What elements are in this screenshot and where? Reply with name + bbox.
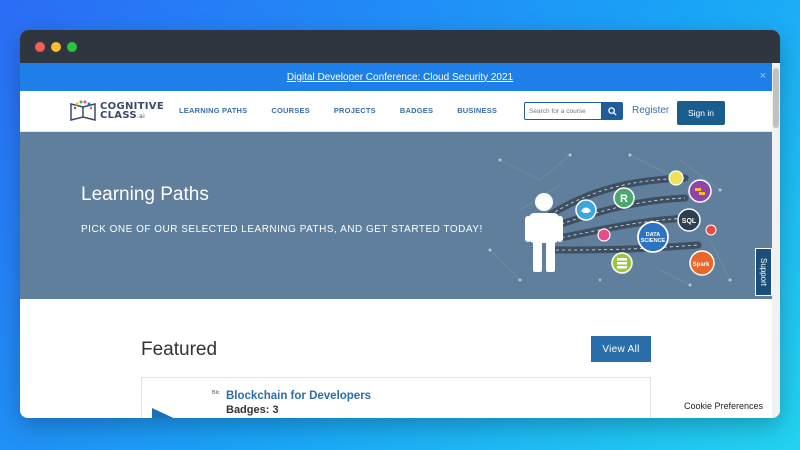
nav-projects[interactable]: PROJECTS <box>334 106 376 115</box>
course-card[interactable]: Blc Blockchain for Developers Badges: 3 <box>141 377 651 418</box>
search-button[interactable] <box>602 102 623 120</box>
nav-business[interactable]: BUSINESS <box>457 106 497 115</box>
conference-link[interactable]: Digital Developer Conference: Cloud Secu… <box>287 72 513 83</box>
browser-window: Digital Developer Conference: Cloud Secu… <box>20 30 780 418</box>
course-title-link[interactable]: Blockchain for Developers <box>226 390 371 402</box>
cognitive-class-logo[interactable]: COGNITIVE CLASS.ai <box>69 100 164 122</box>
sign-in-button[interactable]: Sign in <box>677 101 725 125</box>
search-icon <box>608 106 617 116</box>
close-window-dot[interactable] <box>35 41 45 52</box>
sql-node-label: SQL <box>682 218 697 225</box>
window-titlebar <box>20 30 780 63</box>
hero-title: Learning Paths <box>81 184 209 205</box>
navbar: COGNITIVE CLASS.ai LEARNING PATHS COURSE… <box>20 91 780 132</box>
r-node-label: R <box>620 193 628 205</box>
web-page: Digital Developer Conference: Cloud Secu… <box>20 63 780 418</box>
learning-paths-illustration: R DATA SCIENCE SQL Spark <box>488 153 732 287</box>
support-tab[interactable]: Support <box>755 248 772 296</box>
maximize-window-dot[interactable] <box>67 41 77 52</box>
course-thumbnail-icon <box>152 408 174 418</box>
page-scrollbar[interactable] <box>772 63 780 418</box>
announcement-banner: Digital Developer Conference: Cloud Secu… <box>20 63 780 91</box>
view-all-button[interactable]: View All <box>591 336 651 362</box>
hero-section: Learning Paths PICK ONE OF OUR SELECTED … <box>20 132 780 299</box>
nav-badges[interactable]: BADGES <box>400 106 433 115</box>
featured-section: Featured View All Blc Blockchain for Dev… <box>20 299 780 418</box>
register-link[interactable]: Register <box>632 105 669 116</box>
primary-nav: LEARNING PATHS COURSES PROJECTS BADGES B… <box>179 106 521 115</box>
thumbnail-alt-text: Blc <box>212 390 220 396</box>
hero-subtitle: PICK ONE OF OUR SELECTED LEARNING PATHS,… <box>81 224 483 235</box>
support-label: Support <box>759 257 768 287</box>
search-input[interactable] <box>524 102 602 120</box>
close-icon[interactable]: × <box>760 70 766 82</box>
nav-courses[interactable]: COURSES <box>271 106 310 115</box>
course-badges-count: Badges: 3 <box>226 404 279 416</box>
nav-learning-paths[interactable]: LEARNING PATHS <box>179 106 247 115</box>
minimize-window-dot[interactable] <box>51 41 61 52</box>
scrollbar-thumb[interactable] <box>773 68 779 128</box>
logo-wordmark: COGNITIVE CLASS.ai <box>100 100 164 121</box>
logo-icon <box>70 100 96 121</box>
spark-node-label: Spark <box>693 262 710 268</box>
featured-heading: Featured <box>141 339 218 360</box>
cookie-preferences-link[interactable]: Cookie Preferences <box>684 401 763 411</box>
